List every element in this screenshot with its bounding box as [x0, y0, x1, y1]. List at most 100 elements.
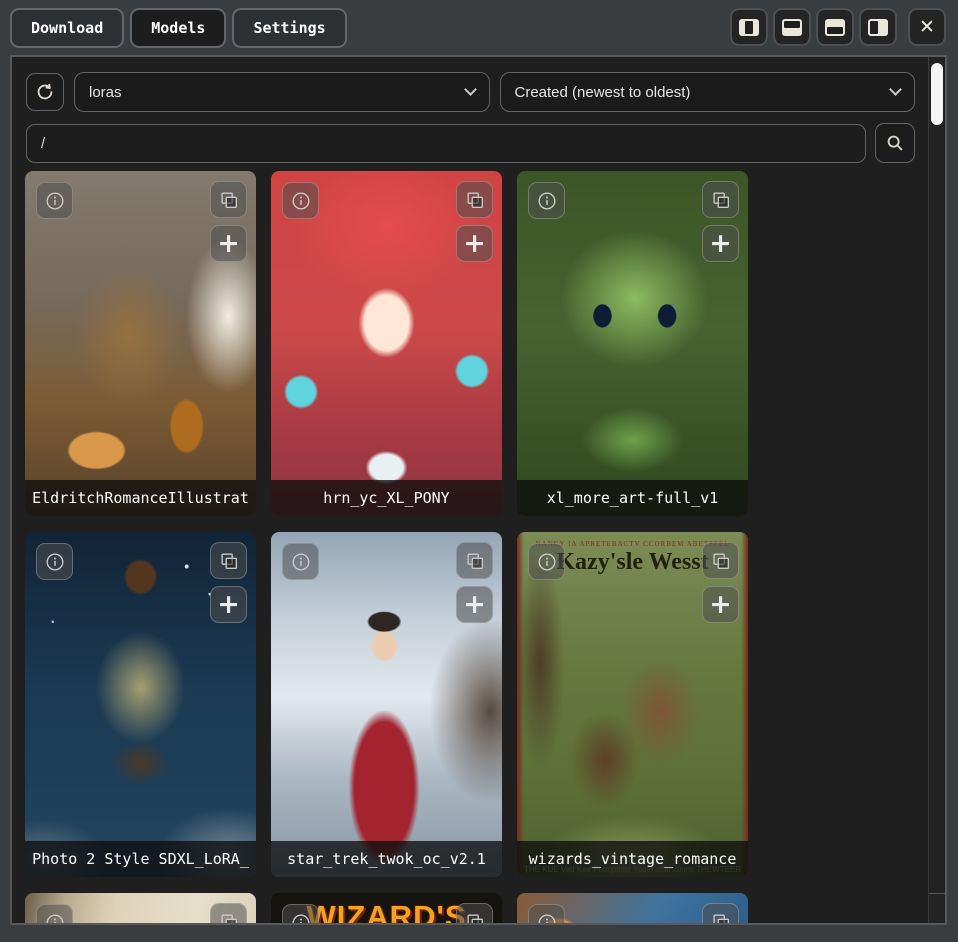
model-copy-button[interactable]	[210, 542, 247, 579]
model-name-label: star_trek_twok_oc_v2.1	[271, 841, 502, 877]
plus-icon: +	[709, 591, 732, 618]
split-pane-bottom-icon	[825, 19, 845, 36]
tab-models[interactable]: Models	[130, 8, 226, 48]
model-card[interactable]: NANCY IA APRETEBACTV CCORBEM ABETPPEL Ka…	[517, 532, 748, 877]
model-info-button[interactable]	[528, 182, 565, 219]
info-icon	[290, 551, 312, 573]
vertical-scrollbar[interactable]	[928, 57, 945, 923]
chevron-down-icon	[464, 83, 477, 96]
model-info-button[interactable]	[282, 543, 319, 580]
model-card[interactable]: + star_trek_twok_oc_v2.1	[271, 532, 502, 877]
plus-icon: +	[463, 230, 486, 257]
close-button[interactable]: ✕	[908, 8, 946, 46]
model-add-button[interactable]: +	[702, 586, 739, 623]
model-preview-image	[25, 171, 256, 516]
sort-order-select[interactable]: Created (newest to oldest)	[500, 72, 916, 112]
scrollbar-thumb[interactable]	[931, 63, 943, 125]
split-pane-top-icon	[782, 19, 802, 36]
filter-toolbar: loras Created (newest to oldest)	[26, 72, 915, 112]
model-copy-button[interactable]	[702, 903, 739, 925]
copy-icon	[464, 911, 486, 926]
model-add-button[interactable]: +	[210, 225, 247, 262]
copy-icon	[464, 550, 486, 572]
model-name-label: hrn_yc_XL_PONY	[271, 480, 502, 516]
copy-icon	[710, 189, 732, 211]
refresh-button[interactable]	[26, 73, 64, 111]
model-preview-image: NANCY IA APRETEBACTV CCORBEM ABETPPEL Ka…	[517, 532, 748, 877]
plus-icon: +	[217, 230, 240, 257]
info-icon	[44, 912, 66, 926]
model-preview-image	[517, 171, 748, 516]
model-card[interactable]: + xl_more_art-full_v1	[517, 171, 748, 516]
model-preview-image	[25, 532, 256, 877]
copy-icon	[710, 911, 732, 926]
model-name-label: EldritchRomanceIllustrat	[25, 480, 256, 516]
model-info-button[interactable]	[36, 182, 73, 219]
model-copy-button[interactable]	[702, 542, 739, 579]
split-pane-left-icon	[868, 19, 888, 36]
copy-icon	[464, 189, 486, 211]
model-name-label: wizards_vintage_romance	[517, 841, 748, 877]
model-copy-button[interactable]	[210, 181, 247, 218]
scrollbar-corner	[929, 893, 945, 923]
layout-split-bottom-button[interactable]	[816, 8, 854, 46]
model-add-button[interactable]: +	[702, 225, 739, 262]
model-type-value: loras	[89, 84, 122, 101]
model-card[interactable]	[25, 893, 256, 925]
model-card[interactable]: WIZARD'S	[271, 893, 502, 925]
model-copy-button[interactable]	[702, 181, 739, 218]
model-info-button[interactable]	[528, 904, 565, 925]
tab-download[interactable]: Download	[10, 8, 124, 48]
chevron-down-icon	[889, 83, 902, 96]
model-type-select[interactable]: loras	[74, 72, 490, 112]
model-info-button[interactable]	[528, 543, 565, 580]
search-icon	[884, 132, 906, 154]
layout-split-top-button[interactable]	[773, 8, 811, 46]
info-icon	[44, 190, 66, 212]
model-info-button[interactable]	[36, 904, 73, 925]
model-card[interactable]: + hrn_yc_XL_PONY	[271, 171, 502, 516]
window-controls: ✕	[730, 8, 946, 46]
layout-split-left-button[interactable]	[859, 8, 897, 46]
model-info-button[interactable]	[36, 543, 73, 580]
model-add-button[interactable]: +	[456, 586, 493, 623]
split-pane-center-icon	[739, 19, 759, 36]
model-copy-button[interactable]	[456, 181, 493, 218]
info-icon	[290, 190, 312, 212]
model-card[interactable]: + EldritchRomanceIllustrat	[25, 171, 256, 516]
model-add-button[interactable]: +	[210, 586, 247, 623]
model-preview-image	[271, 171, 502, 516]
search-input[interactable]	[26, 124, 866, 163]
model-copy-button[interactable]	[456, 903, 493, 925]
plus-icon: +	[217, 591, 240, 618]
search-button[interactable]	[875, 123, 915, 163]
model-info-button[interactable]	[282, 182, 319, 219]
model-name-label: xl_more_art-full_v1	[517, 480, 748, 516]
model-copy-button[interactable]	[210, 903, 247, 925]
info-icon	[44, 551, 66, 573]
model-card[interactable]	[517, 893, 748, 925]
model-copy-button[interactable]	[456, 542, 493, 579]
copy-icon	[218, 550, 240, 572]
model-card-grid: + EldritchRomanceIllustrat + hrn_yc_XL_P	[25, 171, 748, 925]
sort-order-value: Created (newest to oldest)	[515, 84, 691, 101]
models-panel: loras Created (newest to oldest)	[10, 55, 947, 925]
info-icon	[536, 551, 558, 573]
close-icon: ✕	[919, 16, 935, 38]
refresh-icon	[34, 81, 56, 103]
copy-icon	[710, 550, 732, 572]
model-preview-image	[271, 532, 502, 877]
copy-icon	[218, 189, 240, 211]
model-add-button[interactable]: +	[456, 225, 493, 262]
layout-split-center-button[interactable]	[730, 8, 768, 46]
tab-settings[interactable]: Settings	[232, 8, 346, 48]
copy-icon	[218, 911, 240, 926]
info-icon	[290, 912, 312, 926]
plus-icon: +	[709, 230, 732, 257]
info-icon	[536, 912, 558, 926]
model-card[interactable]: + Photo 2 Style SDXL_LoRA_	[25, 532, 256, 877]
search-row	[26, 123, 915, 163]
model-info-button[interactable]	[282, 904, 319, 925]
model-name-label: Photo 2 Style SDXL_LoRA_	[25, 841, 256, 877]
info-icon	[536, 190, 558, 212]
